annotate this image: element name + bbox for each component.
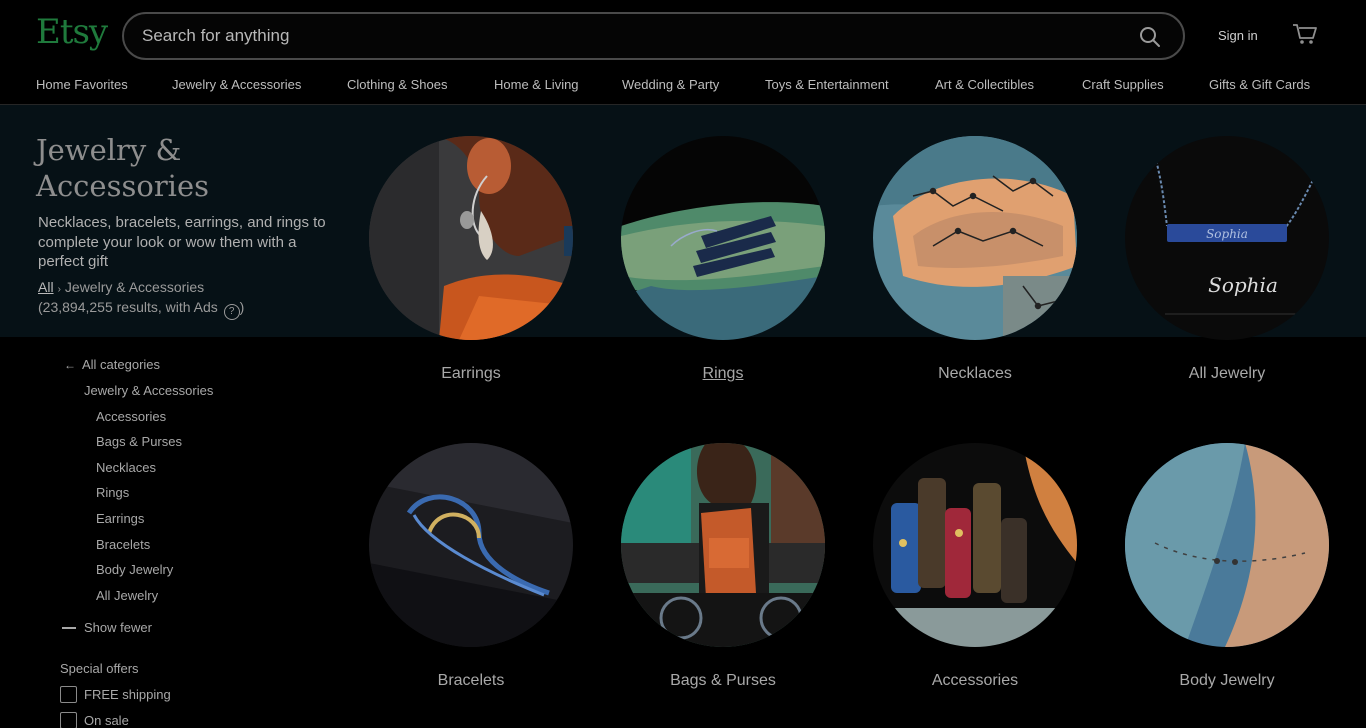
category-label-rings[interactable]: Rings: [621, 365, 825, 383]
free-shipping-label[interactable]: FREE shipping: [84, 687, 171, 702]
category-tile-bracelets[interactable]: [369, 443, 573, 647]
svg-text:Sophia: Sophia: [1206, 227, 1248, 241]
accessories-image: [873, 443, 1077, 647]
category-tile-accessories[interactable]: [873, 443, 1077, 647]
sidebar-item-bags-purses[interactable]: Bags & Purses: [96, 434, 182, 449]
page-title: Jewelry & Accessories: [36, 133, 209, 203]
special-offers-heading: Special offers: [60, 661, 139, 676]
nav-craft-supplies[interactable]: Craft Supplies: [1082, 77, 1164, 92]
sidebar-item-necklaces[interactable]: Necklaces: [96, 460, 156, 475]
category-label-necklaces[interactable]: Necklaces: [873, 365, 1077, 383]
nav-wedding-party[interactable]: Wedding & Party: [622, 77, 719, 92]
results-text: (23,894,255 results, with Ads: [38, 299, 218, 315]
cart-icon[interactable]: [1292, 22, 1318, 46]
breadcrumb-all[interactable]: All: [38, 279, 54, 295]
back-arrow-icon[interactable]: ←: [64, 358, 76, 372]
category-label-all-jewelry[interactable]: All Jewelry: [1125, 365, 1329, 383]
nav-home-favorites[interactable]: Home Favorites: [36, 77, 128, 92]
breadcrumb-current: Jewelry & Accessories: [64, 279, 205, 295]
nav-toys-entertainment[interactable]: Toys & Entertainment: [765, 77, 889, 92]
category-label-earrings[interactable]: Earrings: [369, 365, 573, 383]
show-fewer-button[interactable]: Show fewer: [84, 620, 152, 635]
all-jewelry-image: Sophia Sophia: [1125, 136, 1329, 340]
sidebar-item-bracelets[interactable]: Bracelets: [96, 537, 150, 552]
nav-home-living[interactable]: Home & Living: [494, 77, 579, 92]
nav-gifts-gift-cards[interactable]: Gifts & Gift Cards: [1209, 77, 1310, 92]
category-label-body-jewelry[interactable]: Body Jewelry: [1125, 672, 1329, 690]
breadcrumb: All › Jewelry & Accessories: [38, 279, 204, 295]
bracelets-image: [369, 443, 573, 647]
sidebar-item-rings[interactable]: Rings: [96, 485, 129, 500]
search-bar[interactable]: [122, 12, 1185, 60]
rings-image: [621, 136, 825, 340]
body-jewelry-image: [1125, 443, 1329, 647]
nav-jewelry-accessories[interactable]: Jewelry & Accessories: [172, 77, 301, 92]
search-icon[interactable]: [1139, 26, 1161, 48]
on-sale-label[interactable]: On sale: [84, 713, 129, 728]
chevron-right-icon: ›: [57, 284, 61, 295]
free-shipping-checkbox[interactable]: [60, 686, 77, 703]
results-close-paren: ): [239, 299, 245, 315]
etsy-logo[interactable]: Etsy: [36, 12, 108, 52]
category-label-bags-purses[interactable]: Bags & Purses: [621, 672, 825, 690]
category-label-bracelets[interactable]: Bracelets: [369, 672, 573, 690]
on-sale-checkbox[interactable]: [60, 712, 77, 728]
sidebar-parent-category[interactable]: Jewelry & Accessories: [84, 383, 213, 398]
sidebar-item-earrings[interactable]: Earrings: [96, 511, 144, 526]
category-label-accessories[interactable]: Accessories: [873, 672, 1077, 690]
category-nav: Home Favorites Jewelry & Accessories Clo…: [0, 70, 1366, 105]
sidebar-all-categories[interactable]: All categories: [82, 357, 160, 372]
necklaces-image: [873, 136, 1077, 340]
search-input[interactable]: [142, 14, 1122, 58]
sidebar-item-body-jewelry[interactable]: Body Jewelry: [96, 562, 173, 577]
category-tile-earrings[interactable]: [369, 136, 573, 340]
sidebar-item-accessories[interactable]: Accessories: [96, 409, 166, 424]
category-tile-rings[interactable]: [621, 136, 825, 340]
category-description: Necklaces, bracelets, earrings, and ring…: [38, 214, 326, 270]
category-tile-all-jewelry[interactable]: Sophia Sophia: [1125, 136, 1329, 340]
nav-clothing-shoes[interactable]: Clothing & Shoes: [347, 77, 447, 92]
bags-purses-image: [621, 443, 825, 647]
svg-text:Sophia: Sophia: [1208, 273, 1278, 297]
nav-art-collectibles[interactable]: Art & Collectibles: [935, 77, 1034, 92]
results-count: (23,894,255 results, with Ads ?): [38, 299, 244, 320]
earrings-image: [369, 136, 573, 340]
minus-icon: [62, 627, 76, 629]
category-tile-body-jewelry[interactable]: [1125, 443, 1329, 647]
category-tile-necklaces[interactable]: [873, 136, 1077, 340]
sign-in-link[interactable]: Sign in: [1218, 28, 1258, 43]
sidebar-item-all-jewelry[interactable]: All Jewelry: [96, 588, 158, 603]
help-icon[interactable]: ?: [223, 304, 240, 320]
category-tile-bags-purses[interactable]: [621, 443, 825, 647]
header: Etsy Sign in: [0, 0, 1366, 70]
